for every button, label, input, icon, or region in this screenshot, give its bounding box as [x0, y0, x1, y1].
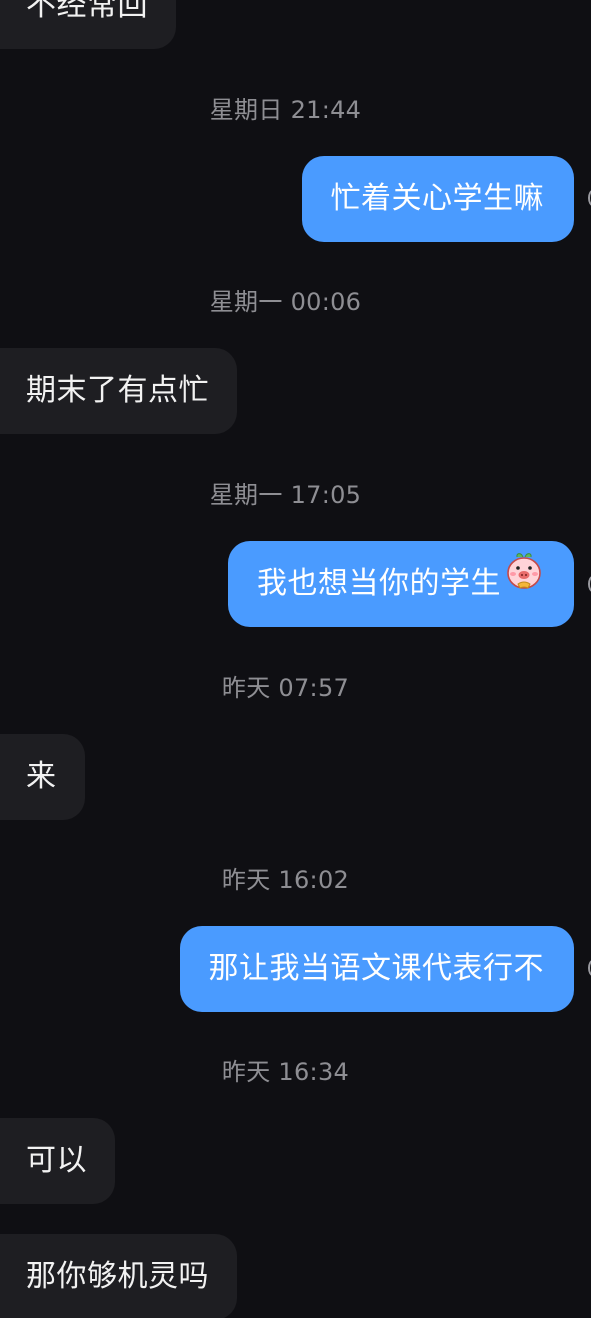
outgoing-message-bubble[interactable]: 那让我当语文课代表行不 — [179, 926, 574, 1012]
incoming-message-bubble[interactable]: 不经常回 — [0, 0, 176, 49]
message-timestamp: 昨天 16:02 — [221, 866, 350, 894]
incoming-message-bubble[interactable]: 期末了有点忙 — [0, 348, 237, 434]
message-timestamp: 星期一 00:06 — [209, 288, 362, 316]
outgoing-message-bubble[interactable]: 我也想当你的学生 — [228, 541, 574, 627]
message-text: 可以 — [26, 1143, 87, 1178]
message-timestamp: 星期一 17:05 — [209, 481, 362, 509]
piglet-sticker-icon — [504, 539, 544, 625]
message-timestamp: 昨天 16:34 — [221, 1058, 350, 1086]
message-text: 来 — [26, 759, 57, 794]
outgoing-message-bubble[interactable]: 忙着关心学生嘛 — [301, 156, 574, 242]
message-text: 我也想当你的学生 — [257, 566, 501, 601]
message-timestamp: 星期日 21:44 — [209, 96, 362, 124]
message-text: 那你够机灵吗 — [26, 1259, 209, 1294]
message-text: 期末了有点忙 — [26, 373, 209, 408]
message-text: 那让我当语文课代表行不 — [208, 951, 544, 986]
message-text: 忙着关心学生嘛 — [330, 181, 544, 216]
incoming-message-bubble[interactable]: 那你够机灵吗 — [0, 1234, 237, 1318]
incoming-message-bubble[interactable]: 可以 — [0, 1118, 115, 1204]
message-timestamp: 昨天 07:57 — [221, 674, 350, 702]
incoming-message-bubble[interactable]: 来 — [0, 734, 85, 820]
chat-message-list[interactable]: 不经常回 星期日 21:44 忙着关心学生嘛 星期一 00:06 期末了有点忙 … — [0, 0, 591, 1318]
message-text: 不经常回 — [26, 0, 148, 23]
